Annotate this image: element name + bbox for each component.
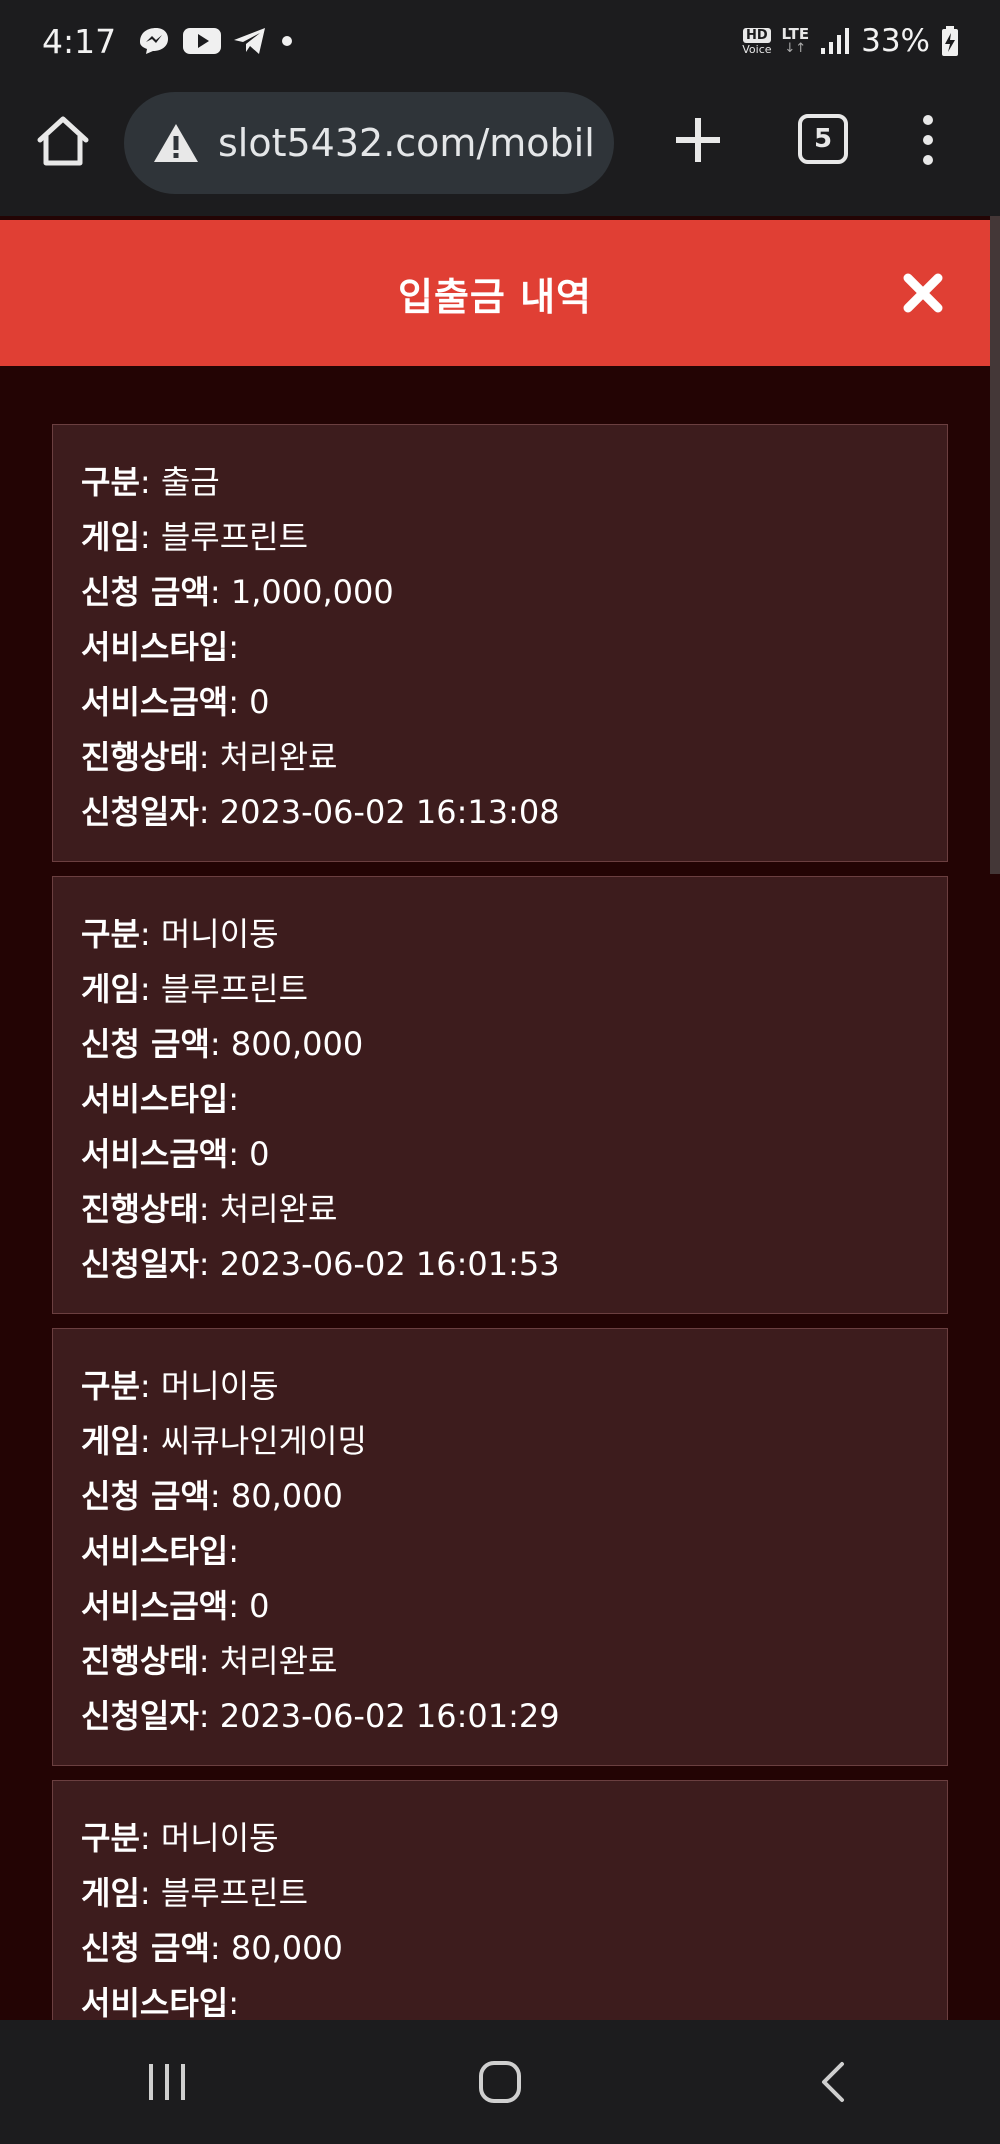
record-type-row: 구분: 머니이동 — [81, 915, 279, 953]
warning-icon[interactable] — [152, 121, 200, 165]
browser-toolbar: slot5432.com/mobil 5 — [0, 82, 1000, 216]
record-status-row: 진행상태: 처리완료 — [81, 738, 338, 776]
record-game-row: 게임: 블루프린트 — [81, 518, 309, 556]
address-bar[interactable]: slot5432.com/mobil — [124, 92, 614, 194]
more-notifications-dot-icon — [282, 36, 293, 46]
record-type-row: 구분: 출금 — [81, 463, 220, 501]
record-service-amount-row: 서비스금액: 0 — [81, 1587, 270, 1625]
record-service-amount-row: 서비스금액: 0 — [81, 683, 270, 721]
page-scrollbar[interactable] — [990, 216, 1000, 874]
back-chevron-icon — [822, 2062, 845, 2102]
home-button[interactable] — [440, 2042, 560, 2122]
home-circle-icon — [478, 2061, 521, 2103]
home-icon[interactable] — [34, 112, 92, 170]
battery-percent: 33% — [861, 23, 930, 59]
record-game-row: 게임: 블루프린트 — [81, 1874, 309, 1912]
battery-charging-icon — [942, 26, 958, 56]
transaction-record: 구분: 머니이동 게임: 씨큐나인게이밍 신청 금액: 80,000 서비스타입… — [52, 1328, 948, 1766]
record-amount-row: 신청 금액: 800,000 — [81, 1025, 364, 1063]
signal-icon — [821, 28, 850, 54]
status-time: 4:17 — [42, 21, 117, 61]
record-game-row: 게임: 블루프린트 — [81, 970, 309, 1008]
transaction-record: 구분: 출금 게임: 블루프린트 신청 금액: 1,000,000 서비스타입:… — [52, 424, 948, 862]
navigation-bar — [0, 2020, 1000, 2144]
tab-switcher-button[interactable]: 5 — [798, 114, 848, 164]
record-type-row: 구분: 머니이동 — [81, 1819, 279, 1857]
record-amount-row: 신청 금액: 80,000 — [81, 1477, 343, 1515]
transaction-record: 구분: 머니이동 게임: 블루프린트 신청 금액: 80,000 서비스타입: — [52, 1780, 948, 2020]
transaction-record: 구분: 머니이동 게임: 블루프린트 신청 금액: 800,000 서비스타입:… — [52, 876, 948, 1314]
record-amount-row: 신청 금액: 1,000,000 — [81, 573, 394, 611]
status-right: HD Voice LTE ↓↑ 33% — [742, 23, 960, 59]
record-amount-row: 신청 금액: 80,000 — [81, 1929, 343, 1967]
messenger-icon — [140, 28, 169, 54]
lte-icon: LTE ↓↑ — [781, 25, 810, 56]
record-date-row: 신청일자: 2023-06-02 16:01:29 — [81, 1697, 560, 1735]
web-page[interactable]: 입출금 내역 구분: 출금 게임: 블루프린트 신청 금액: 1,000,000… — [0, 216, 1000, 2020]
youtube-icon — [183, 28, 222, 54]
record-status-row: 진행상태: 처리완료 — [81, 1642, 338, 1680]
record-date-row: 신청일자: 2023-06-02 16:13:08 — [81, 793, 560, 831]
record-service-type-row: 서비스타입: — [81, 1984, 239, 2020]
new-tab-plus-icon[interactable] — [672, 114, 724, 166]
phone-screen: 4:17 HD Voice LTE ↓↑ 33% slot5432.com/mo… — [0, 0, 1000, 2144]
record-service-amount-row: 서비스금액: 0 — [81, 1135, 270, 1173]
status-bar: 4:17 HD Voice LTE ↓↑ 33% — [0, 0, 1000, 82]
tab-count: 5 — [813, 124, 833, 154]
record-type-row: 구분: 머니이동 — [81, 1367, 279, 1405]
more-menu-icon[interactable] — [910, 112, 946, 168]
url-text: slot5432.com/mobil — [218, 121, 595, 165]
modal-header: 입출금 내역 — [0, 220, 990, 366]
back-button[interactable] — [773, 2042, 893, 2122]
notification-icons — [134, 24, 296, 58]
recent-apps-button[interactable] — [107, 2042, 227, 2122]
recent-apps-icon — [148, 2064, 185, 2100]
record-service-type-row: 서비스타입: — [81, 1080, 239, 1118]
transaction-list: 구분: 출금 게임: 블루프린트 신청 금액: 1,000,000 서비스타입:… — [52, 424, 948, 2020]
modal-title: 입출금 내역 — [397, 274, 593, 319]
hd-voice-icon: HD Voice — [742, 27, 772, 56]
record-service-type-row: 서비스타입: — [81, 1532, 239, 1570]
record-game-row: 게임: 씨큐나인게이밍 — [81, 1422, 367, 1460]
record-date-row: 신청일자: 2023-06-02 16:01:53 — [81, 1245, 560, 1283]
record-status-row: 진행상태: 처리완료 — [81, 1190, 338, 1228]
close-icon[interactable] — [900, 270, 946, 316]
telegram-icon — [234, 28, 266, 54]
record-service-type-row: 서비스타입: — [81, 628, 239, 666]
